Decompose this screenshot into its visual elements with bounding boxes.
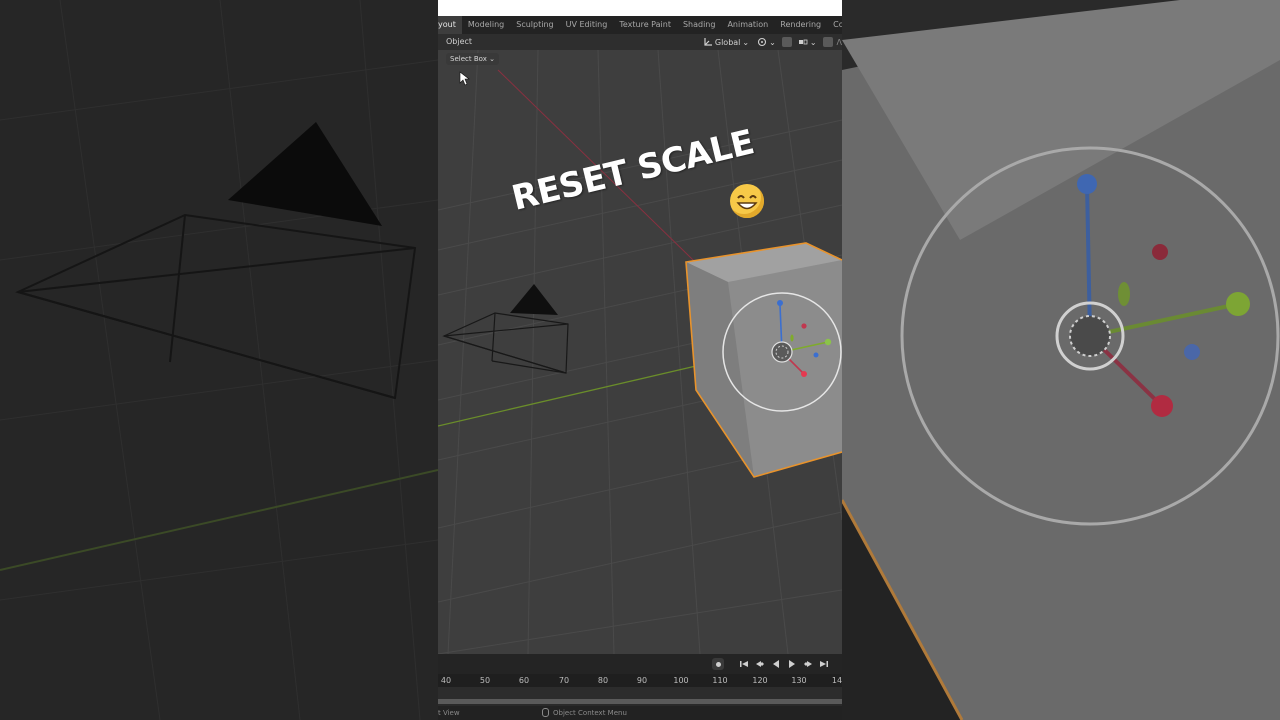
timeline-panel: 40 50 60 70 80 90 100 110 120 130 14 t V… (438, 654, 842, 720)
blender-window: yout Modeling Sculpting UV Editing Textu… (438, 0, 842, 720)
status-middle-text: Object Context Menu (553, 708, 627, 717)
snap-target-dropdown[interactable]: ⌄ (796, 36, 819, 48)
tab-uv-editing[interactable]: UV Editing (560, 16, 614, 34)
tab-sculpting[interactable]: Sculpting (510, 16, 559, 34)
frame-number: 100 (673, 676, 689, 685)
viewport-scene (438, 50, 842, 654)
timeline-scrollbar[interactable] (438, 699, 842, 704)
snap-icon[interactable] (781, 37, 792, 47)
frame-number: 40 (440, 676, 452, 685)
grinning-emoji-icon (730, 184, 764, 218)
chevron-down-icon: ⌄ (489, 55, 495, 63)
viewport-header: Object Global ⌄ ⌄ ⌄ Λ (438, 34, 842, 50)
tab-modeling[interactable]: Modeling (462, 16, 510, 34)
frame-number: 80 (597, 676, 609, 685)
frame-number: 120 (752, 676, 768, 685)
select-mode-label: Select Box (450, 55, 487, 63)
play-reverse-icon[interactable] (770, 658, 782, 670)
blurred-background-right (842, 0, 1280, 720)
status-bar: t View Object Context Menu (438, 706, 842, 720)
object-menu[interactable]: Object (446, 37, 472, 46)
record-icon[interactable] (712, 658, 724, 670)
frame-number: 70 (558, 676, 570, 685)
top-white-bar (438, 0, 842, 16)
playback-controls-bar (438, 654, 842, 674)
timeline-track[interactable] (438, 687, 842, 699)
header-tools: Global ⌄ ⌄ ⌄ Λ (701, 35, 842, 49)
mouse-icon (542, 708, 549, 717)
frame-ruler[interactable]: 40 50 60 70 80 90 100 110 120 130 14 (438, 674, 842, 687)
frame-number: 130 (791, 676, 807, 685)
tab-texture-paint[interactable]: Texture Paint (613, 16, 677, 34)
cube-object[interactable] (685, 242, 842, 478)
tab-layout[interactable]: yout (438, 16, 462, 34)
frame-number: 110 (712, 676, 728, 685)
next-keyframe-icon[interactable] (802, 658, 814, 670)
snap-target-icon (798, 39, 808, 45)
tab-animation[interactable]: Animation (721, 16, 774, 34)
tab-rendering[interactable]: Rendering (774, 16, 827, 34)
frame-number: 90 (636, 676, 648, 685)
jump-start-icon[interactable] (738, 658, 750, 670)
chevron-down-icon: ⌄ (769, 37, 776, 47)
select-box-dropdown[interactable]: Select Box ⌄ (446, 53, 499, 65)
status-left-text: t View (438, 709, 460, 717)
chevron-down-icon: ⌄ (742, 37, 750, 47)
mouse-cursor-icon (459, 71, 470, 86)
transform-orientation-icon (704, 38, 712, 46)
frame-number: 60 (518, 676, 530, 685)
blurred-background-left (0, 0, 438, 720)
play-icon[interactable] (786, 658, 798, 670)
pivot-dropdown[interactable]: ⌄ (755, 36, 778, 48)
workspace-tabs: yout Modeling Sculpting UV Editing Textu… (438, 16, 842, 34)
frame-number: 14 (831, 676, 842, 685)
orientation-dropdown[interactable]: Global ⌄ (701, 36, 751, 48)
3d-viewport[interactable]: Select Box ⌄ RESET SCALE (438, 50, 842, 654)
tab-shading[interactable]: Shading (677, 16, 722, 34)
pivot-icon (758, 37, 767, 47)
falloff-icon[interactable]: Λ (837, 38, 842, 47)
proportional-edit-icon[interactable] (822, 37, 833, 47)
chevron-down-icon: ⌄ (809, 37, 817, 47)
tab-compositing[interactable]: Compositing (827, 16, 842, 34)
orientation-label: Global (714, 37, 741, 47)
prev-keyframe-icon[interactable] (754, 658, 766, 670)
frame-number: 50 (479, 676, 491, 685)
jump-end-icon[interactable] (818, 658, 830, 670)
